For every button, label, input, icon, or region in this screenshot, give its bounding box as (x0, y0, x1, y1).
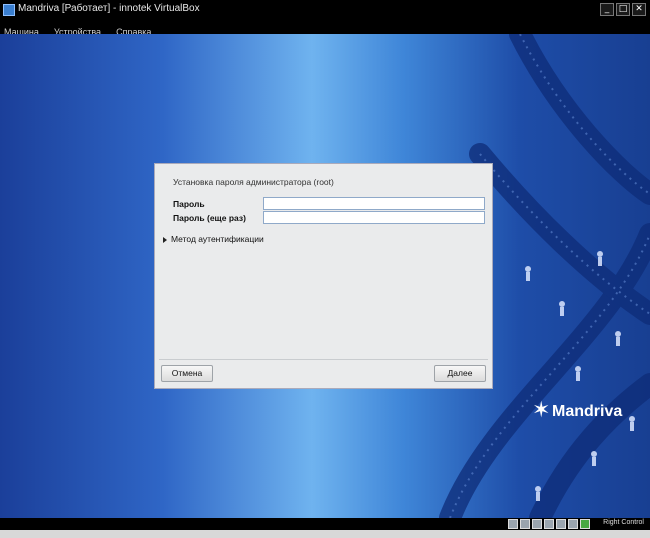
mandriva-logo: ✶ Mandriva (532, 400, 632, 426)
password-again-input[interactable] (263, 211, 485, 224)
password-input[interactable] (263, 197, 485, 210)
auth-method-expander[interactable]: Метод аутентификации (163, 234, 264, 244)
host-taskbar (0, 530, 650, 538)
expander-arrow-icon (163, 236, 167, 243)
cancel-button[interactable]: Отмена (161, 365, 213, 382)
virtualbox-app-icon (3, 4, 15, 16)
star-logo-icon: ✶ (532, 398, 551, 423)
menubar: Машина Устройства Справка (0, 20, 650, 37)
host-key-label: Right Control (603, 519, 644, 526)
window-titlebar: Mandriva [Работает] - innotek VirtualBox… (0, 0, 650, 20)
hdd-icon[interactable] (508, 519, 518, 529)
shared-folders-icon[interactable] (568, 519, 578, 529)
password-label: Пароль (173, 199, 205, 209)
maximize-button[interactable]: □ (616, 3, 630, 16)
window-title: Mandriva [Работает] - innotek VirtualBox (18, 3, 200, 14)
logo-text: Mandriva (552, 403, 623, 420)
mouse-integration-icon[interactable] (580, 519, 590, 529)
close-button[interactable]: ✕ (632, 3, 646, 16)
network-icon[interactable] (544, 519, 554, 529)
floppy-icon[interactable] (532, 519, 542, 529)
window-controls: _ □ ✕ (600, 3, 646, 16)
guest-screen: Установка пароля администратора (root) П… (0, 34, 650, 518)
password-again-label: Пароль (еще раз) (173, 213, 246, 223)
cdrom-icon[interactable] (520, 519, 530, 529)
device-status-icons (508, 519, 590, 529)
usb-icon[interactable] (556, 519, 566, 529)
dialog-separator (159, 359, 488, 360)
minimize-button[interactable]: _ (600, 3, 614, 16)
root-password-dialog: Установка пароля администратора (root) П… (154, 163, 493, 389)
next-button[interactable]: Далее (434, 365, 486, 382)
statusbar: Right Control (0, 518, 650, 530)
auth-method-label: Метод аутентификации (171, 234, 264, 244)
dialog-title: Установка пароля администратора (root) (173, 177, 334, 187)
